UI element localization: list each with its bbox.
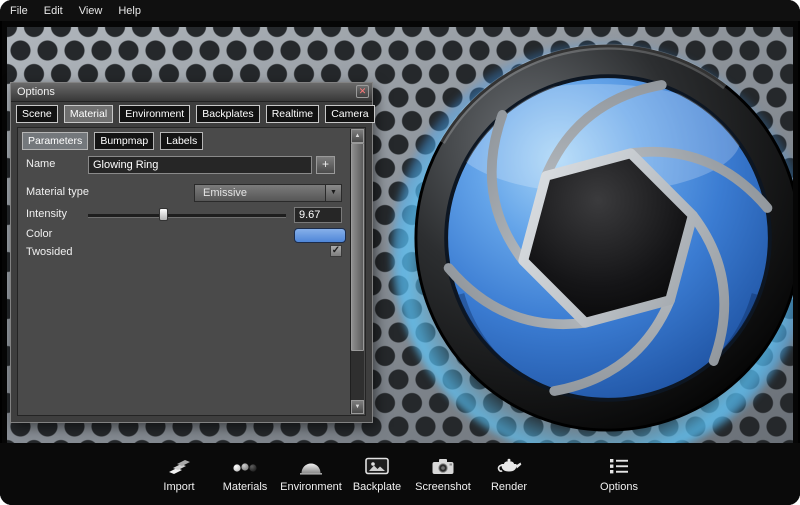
close-icon[interactable]: ✕ xyxy=(356,85,369,98)
subtab-parameters[interactable]: Parameters xyxy=(22,132,89,150)
render-icon xyxy=(495,452,523,476)
toolbar-item-import[interactable]: Import xyxy=(146,452,212,493)
color-label: Color xyxy=(26,228,53,240)
material-name-input[interactable] xyxy=(88,156,312,174)
twosided-label: Twosided xyxy=(26,246,73,258)
intensity-slider-groove xyxy=(88,214,286,218)
color-swatch[interactable] xyxy=(294,228,346,243)
tab-environment[interactable]: Environment xyxy=(119,105,191,123)
scroll-down-icon[interactable]: ▼ xyxy=(351,400,364,414)
add-material-button[interactable]: + xyxy=(316,156,335,174)
menu-file[interactable]: File xyxy=(10,5,28,17)
screenshot-icon xyxy=(430,452,456,476)
toolbar-label: Render xyxy=(490,481,528,493)
menubar: File Edit View Help xyxy=(0,0,800,21)
options-tabbar: Scene Material Environment Backplates Re… xyxy=(16,105,378,125)
toolbar-item-backplate[interactable]: Backplate xyxy=(344,452,410,493)
twosided-checkbox[interactable]: ✓ xyxy=(330,245,342,257)
subtab-bumpmap[interactable]: Bumpmap xyxy=(94,132,155,150)
subtab-labels[interactable]: Labels xyxy=(160,132,204,150)
options-panel: Options ✕ Scene Material Environment Bac… xyxy=(10,82,375,423)
toolbar-item-screenshot[interactable]: Screenshot xyxy=(410,452,476,493)
toolbar-item-options[interactable]: Options xyxy=(586,452,652,493)
toolbar-label: Screenshot xyxy=(415,481,471,493)
toolbar-label: Options xyxy=(600,481,638,493)
options-icon xyxy=(608,452,630,476)
chevron-down-icon[interactable]: ▼ xyxy=(325,185,341,201)
intensity-label: Intensity xyxy=(26,208,67,220)
toolbar-item-environment[interactable]: Environment xyxy=(278,452,344,493)
menu-help[interactable]: Help xyxy=(118,5,141,17)
environment-icon xyxy=(298,452,324,476)
material-type-dropdown[interactable]: Emissive ▼ xyxy=(194,184,342,202)
options-panel-title: Options xyxy=(17,86,55,98)
main-toolbar: Import Materials Environment Backplate S… xyxy=(0,443,800,505)
toolbar-label: Backplate xyxy=(352,481,402,493)
toolbar-label: Import xyxy=(163,481,195,493)
menu-view[interactable]: View xyxy=(79,5,103,17)
material-type-label: Material type xyxy=(26,186,89,198)
import-icon xyxy=(166,452,192,476)
intensity-value-field[interactable]: 9.67 xyxy=(294,207,342,223)
toolbar-item-materials[interactable]: Materials xyxy=(212,452,278,493)
toolbar-label: Materials xyxy=(222,481,268,493)
scroll-up-icon[interactable]: ▲ xyxy=(351,129,364,143)
tab-backplates[interactable]: Backplates xyxy=(196,105,260,123)
menu-edit[interactable]: Edit xyxy=(44,5,63,17)
material-subtabbar: Parameters Bumpmap Labels xyxy=(22,132,206,150)
tab-material[interactable]: Material xyxy=(63,105,114,123)
app-window: File Edit View Help Options ✕ Scene Mate… xyxy=(0,0,800,505)
options-panel-titlebar[interactable]: Options ✕ xyxy=(11,83,372,102)
name-label: Name xyxy=(26,158,56,170)
intensity-slider[interactable] xyxy=(88,207,286,223)
tab-scene[interactable]: Scene xyxy=(16,105,58,123)
toolbar-item-render[interactable]: Render xyxy=(476,452,542,493)
materials-icon xyxy=(232,452,258,476)
intensity-slider-handle[interactable] xyxy=(159,208,169,221)
material-type-value: Emissive xyxy=(203,187,248,199)
tab-realtime[interactable]: Realtime xyxy=(265,105,320,123)
backplate-icon xyxy=(364,452,390,476)
tab-camera[interactable]: Camera xyxy=(325,105,375,123)
toolbar-label: Environment xyxy=(280,481,342,493)
scrollbar-thumb[interactable] xyxy=(351,143,364,351)
material-parameters-pane: Parameters Bumpmap Labels Name + Materia… xyxy=(17,127,366,416)
keyshot-aperture-logo xyxy=(414,43,793,432)
parameters-scrollbar[interactable]: ▲ ▼ xyxy=(350,129,364,414)
